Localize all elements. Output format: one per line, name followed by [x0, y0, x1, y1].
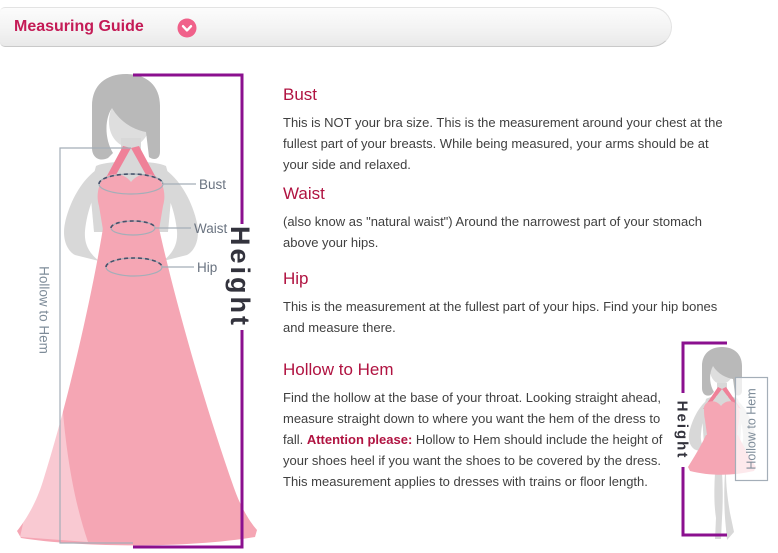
- height-vertical-label: Height: [225, 226, 255, 328]
- section-hip: Hip This is the measurement at the fulle…: [283, 269, 735, 338]
- hip-description: This is the measurement at the fullest p…: [283, 296, 735, 338]
- measuring-guide-header[interactable]: Measuring Guide: [0, 7, 672, 47]
- section-hollow-to-hem: Hollow to Hem Find the hollow at the bas…: [283, 360, 668, 492]
- chevron-down-icon[interactable]: [177, 18, 197, 38]
- hip-heading: Hip: [283, 269, 735, 289]
- page-title: Measuring Guide: [14, 8, 144, 46]
- attention-please-label: Attention please:: [307, 432, 412, 447]
- small-hollow-to-hem-label: Hollow to Hem: [745, 388, 759, 469]
- measuring-guide-page: Measuring Guide: [0, 0, 778, 553]
- section-bust: Bust This is NOT your bra size. This is …: [283, 85, 735, 175]
- bust-heading: Bust: [283, 85, 735, 105]
- hollow-to-hem-vertical-label: Hollow to Hem: [37, 266, 52, 354]
- small-left-leg: [714, 473, 722, 539]
- section-waist: Waist (also know as "natural waist") Aro…: [283, 184, 735, 253]
- small-dress-bodice: [704, 401, 740, 438]
- measuring-diagram: Bust Waist Hip Hollow to Hem Height: [0, 60, 280, 553]
- bust-label: Bust: [199, 177, 226, 192]
- hollow-to-hem-description: Find the hollow at the base of your thro…: [283, 387, 668, 492]
- waist-label: Waist: [194, 221, 227, 236]
- hip-label: Hip: [197, 260, 217, 275]
- hollow-to-hem-heading: Hollow to Hem: [283, 360, 668, 380]
- small-measuring-diagram: Hollow to Hem Height: [640, 335, 778, 553]
- small-right-leg: [724, 473, 734, 540]
- bust-description: This is NOT your bra size. This is the m…: [283, 112, 735, 175]
- woman-figure: [17, 74, 257, 545]
- waist-description: (also know as "natural waist") Around th…: [283, 211, 735, 253]
- small-height-label: Height: [674, 401, 691, 460]
- waist-heading: Waist: [283, 184, 735, 204]
